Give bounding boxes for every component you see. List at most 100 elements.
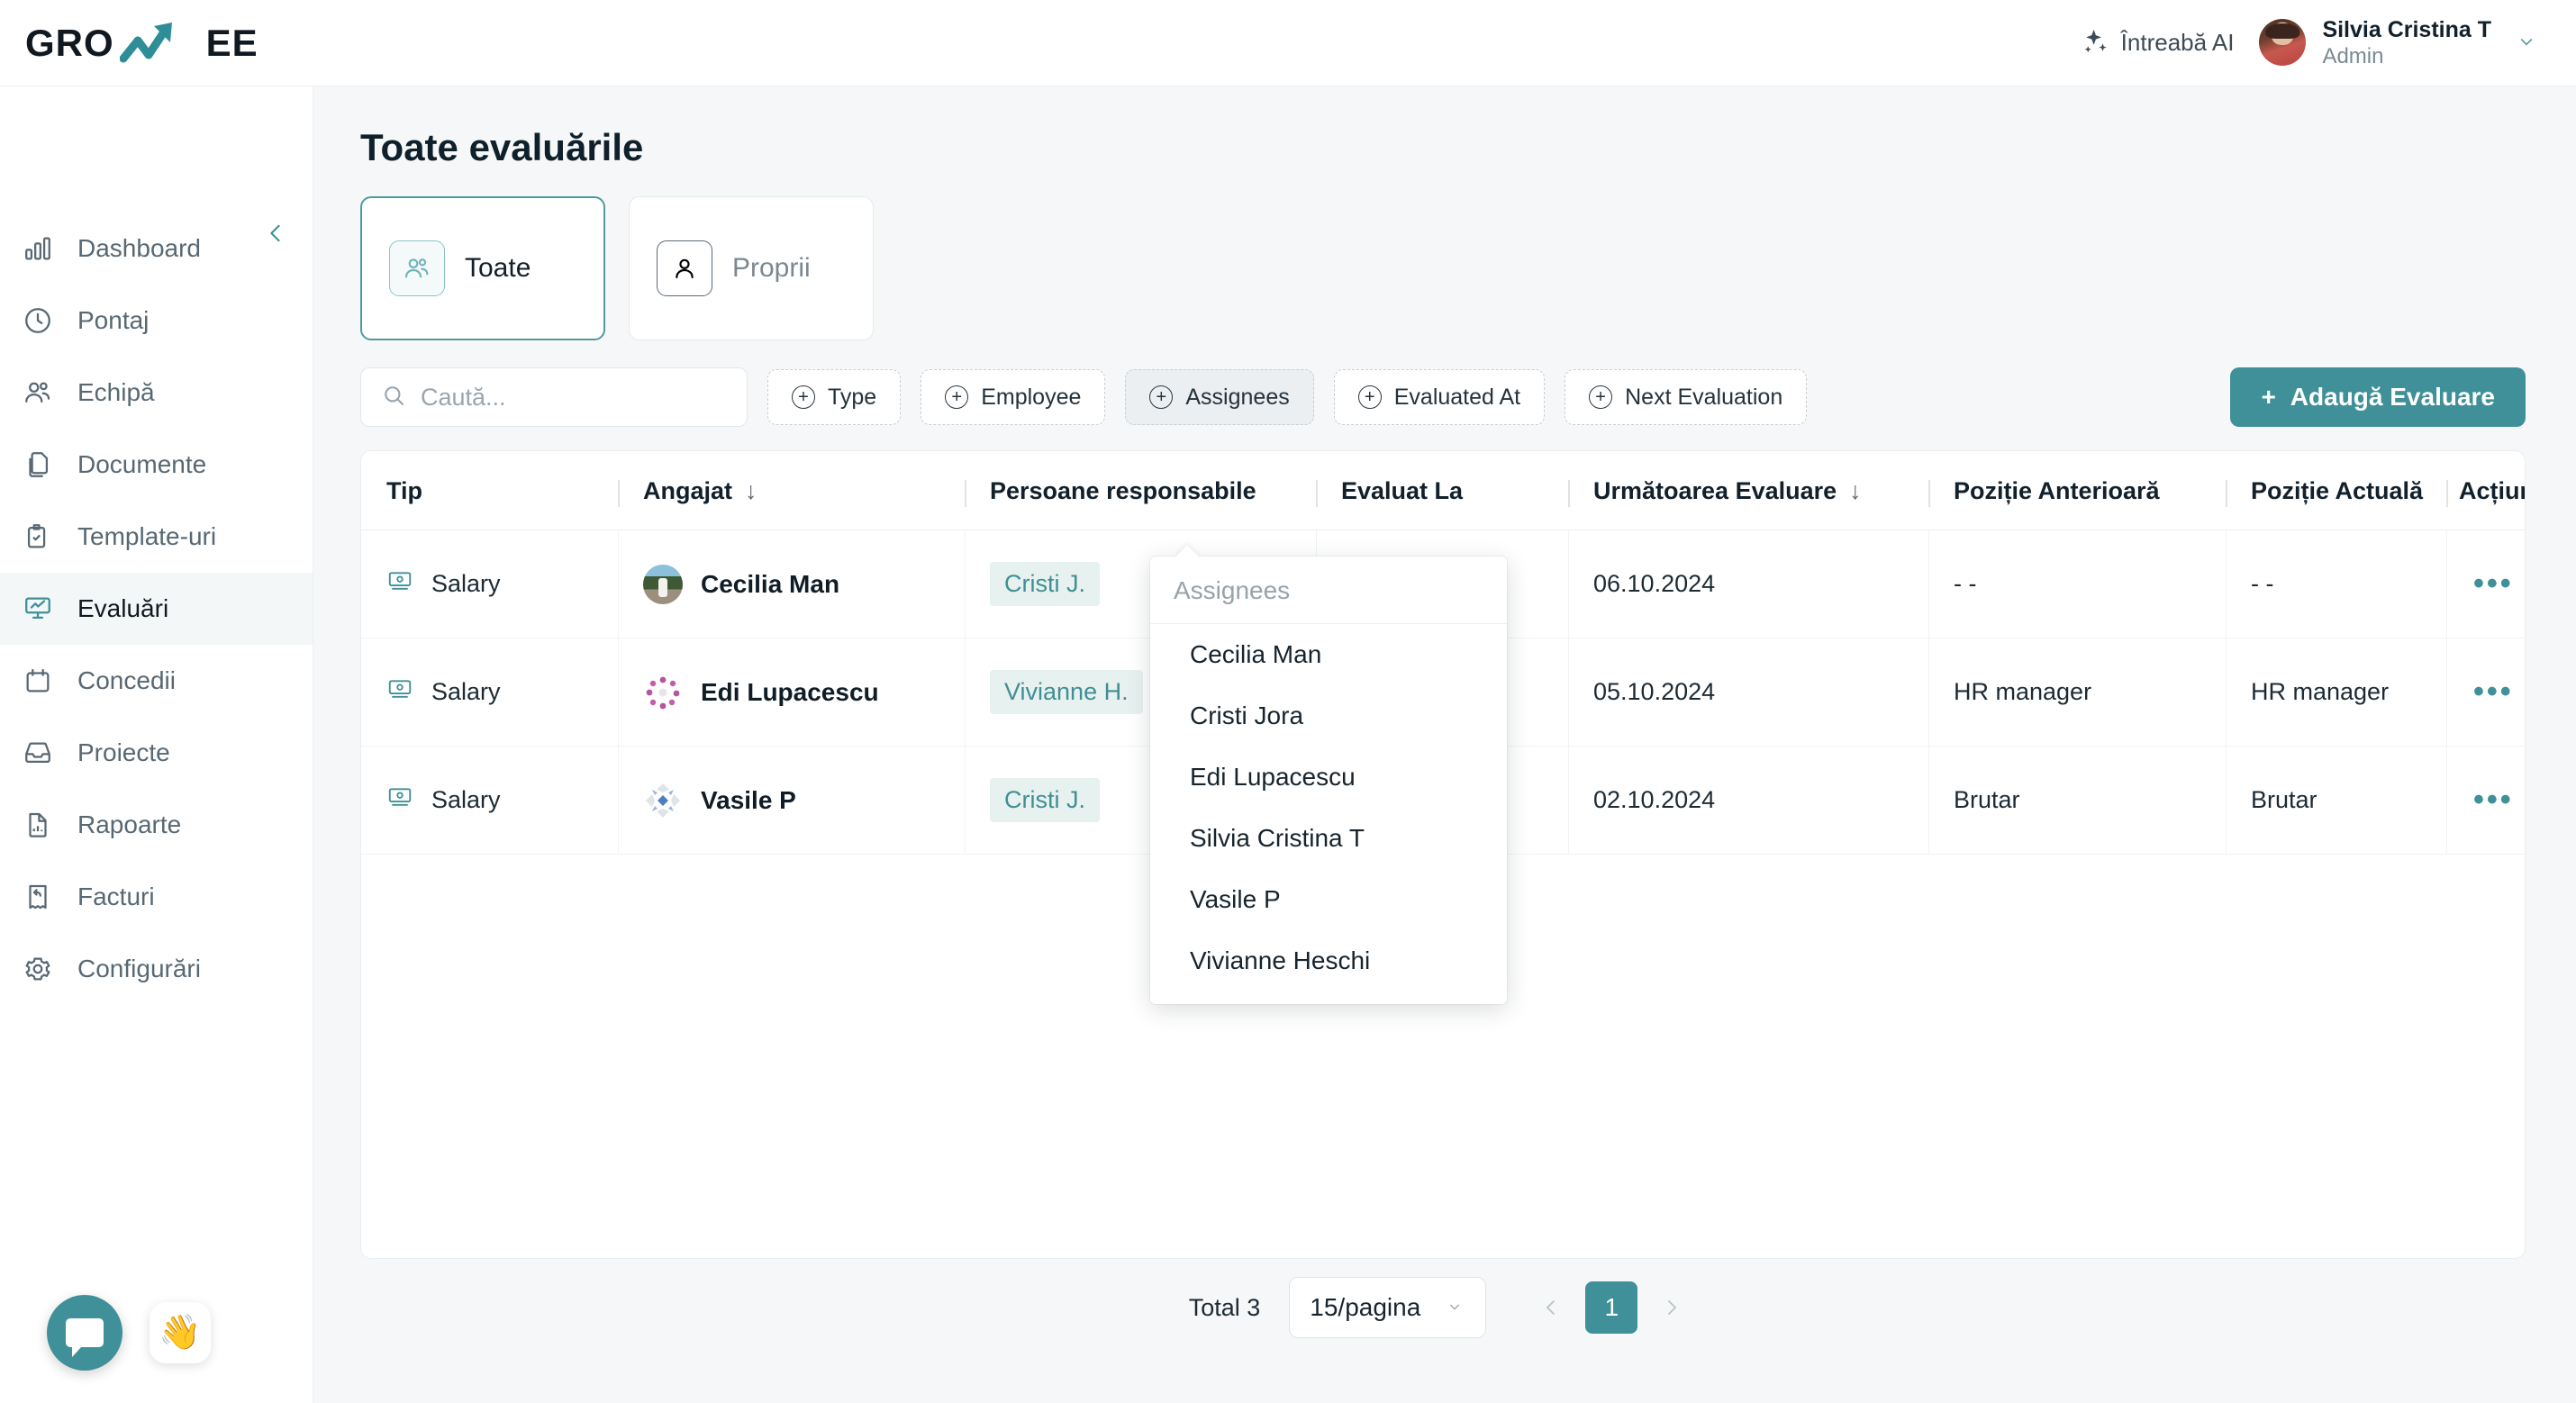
assignee-option[interactable]: Silvia Cristina T (1150, 808, 1507, 869)
cell-text: 05.10.2024 (1593, 678, 1716, 705)
assignee-option[interactable]: Cristi Jora (1150, 685, 1507, 747)
cell-urmatoarea-evaluare: 02.10.2024 (1568, 746, 1928, 855)
brand-name-left: GRO (25, 21, 114, 64)
column-header-angajat[interactable]: Angajat ↓ (618, 451, 965, 530)
column-label: Angajat (643, 477, 733, 504)
tab-proprii[interactable]: Proprii (629, 196, 874, 340)
user-role: Admin (2322, 44, 2384, 69)
sidebar-collapse-button[interactable] (260, 220, 291, 250)
sidebar-item-label: Echipă (77, 378, 155, 406)
column-header-pozitie-actuala[interactable]: Poziție Actuală (2226, 451, 2446, 530)
search-box[interactable] (360, 367, 748, 427)
filter-chip-label: Next Evaluation (1625, 384, 1783, 410)
presentation-chart-icon (20, 591, 56, 627)
search-input[interactable] (421, 383, 727, 412)
filter-chip-type[interactable]: + Type (767, 369, 902, 425)
sort-arrow-icon[interactable]: ↓ (1849, 477, 1862, 505)
salary-icon (386, 783, 413, 817)
sidebar-item-label: Rapoarte (77, 810, 182, 838)
ask-ai-button[interactable]: Întreabă AI (2080, 27, 2235, 58)
filter-chip-next-evaluation[interactable]: + Next Evaluation (1565, 369, 1808, 425)
filter-chip-label: Assignees (1185, 384, 1290, 410)
ellipsis-icon[interactable]: ••• (2473, 676, 2514, 706)
app-root: GRO EE Întreabă AI Silvia Cristina T Adm… (0, 0, 2576, 1403)
mode-tabs: Toate Proprii (360, 196, 2526, 340)
brand-logo[interactable]: GRO EE (25, 19, 259, 68)
body: Dashboard Pontaj Echipă Documente Templa… (0, 86, 2576, 1403)
table-header-row: Tip Angajat ↓ Persoane responsabile Evalu… (361, 451, 2525, 530)
sidebar-item-concedii[interactable]: Concedii (0, 645, 313, 717)
sidebar-item-label: Concedii (77, 666, 176, 694)
plus-circle-icon: + (1589, 385, 1613, 409)
assignee-badge: Cristi J. (990, 562, 1100, 606)
tab-label: Toate (465, 253, 531, 283)
salary-icon (386, 567, 413, 601)
ask-ai-label: Întreabă AI (2120, 28, 2235, 56)
sidebar-item-facturi[interactable]: Facturi (0, 861, 313, 933)
sidebar-item-label: Proiecte (77, 738, 170, 766)
cell-text: Vasile P (701, 785, 796, 814)
blue-identicon (643, 780, 683, 820)
users-icon (20, 375, 56, 411)
sidebar-item-label: Configurări (77, 955, 201, 982)
cell-actiuni: ••• (2446, 638, 2525, 747)
sidebar-item-documente[interactable]: Documente (0, 429, 313, 501)
filter-chip-assignees[interactable]: + Assignees (1125, 369, 1314, 425)
sort-arrow-icon[interactable]: ↓ (745, 477, 757, 505)
assignee-option[interactable]: Vasile P (1150, 869, 1507, 930)
cell-angajat: Vasile P (618, 746, 965, 855)
sidebar-item-echipa[interactable]: Echipă (0, 357, 313, 429)
plus-circle-icon: + (1149, 385, 1174, 409)
filter-chip-evaluated-at[interactable]: + Evaluated At (1333, 369, 1546, 425)
sidebar: Dashboard Pontaj Echipă Documente Templa… (0, 86, 313, 1403)
sidebar-item-configurari[interactable]: Configurări (0, 933, 313, 1005)
assignees-search-input[interactable] (1174, 576, 1483, 605)
assignee-option[interactable]: Vivianne Heschi (1150, 930, 1507, 991)
cell-text: HR manager (2251, 678, 2390, 705)
user-icon (657, 240, 712, 296)
sidebar-item-evaluari[interactable]: Evaluări (0, 573, 313, 645)
plus-circle-icon: + (1357, 385, 1382, 409)
assignee-option[interactable]: Cecilia Man (1150, 624, 1507, 685)
filter-chip-label: Employee (981, 384, 1082, 410)
sidebar-item-rapoarte[interactable]: Rapoarte (0, 789, 313, 861)
file-chart-icon (20, 807, 56, 843)
cell-actiuni: ••• (2446, 530, 2525, 638)
receipt-refund-icon (20, 879, 56, 915)
chat-bubble-icon[interactable] (47, 1295, 122, 1371)
pagination-next-button[interactable] (1646, 1282, 1697, 1333)
cell-urmatoarea-evaluare: 06.10.2024 (1568, 530, 1928, 638)
pagination-page-1[interactable]: 1 (1585, 1281, 1638, 1334)
cell-tip: Salary (361, 530, 618, 638)
ellipsis-icon[interactable]: ••• (2473, 784, 2514, 814)
waving-hand-emoji[interactable]: 👋 (150, 1302, 211, 1363)
column-header-tip[interactable]: Tip (361, 451, 618, 530)
column-header-urmatoarea-evaluare[interactable]: Următoarea Evaluare ↓ (1568, 451, 1928, 530)
per-page-label: 15/pagina (1310, 1293, 1421, 1321)
column-header-actiuni[interactable]: Acțiuni (2446, 451, 2525, 530)
tab-toate[interactable]: Toate (360, 196, 605, 340)
cell-text: Salary (431, 678, 501, 705)
filter-chip-employee[interactable]: + Employee (921, 369, 1106, 425)
sidebar-item-proiecte[interactable]: Proiecte (0, 717, 313, 789)
pagination-prev-button[interactable] (1526, 1282, 1576, 1333)
column-label: Poziție Anterioară (1954, 477, 2160, 504)
column-header-persoane-responsabile[interactable]: Persoane responsabile (965, 451, 1316, 530)
ellipsis-icon[interactable]: ••• (2473, 568, 2514, 598)
copy-docs-icon (20, 447, 56, 483)
user-menu[interactable]: Silvia Cristina T Admin (2259, 16, 2540, 70)
add-evaluation-button[interactable]: + Adaugă Evaluare (2230, 367, 2526, 427)
users-icon (389, 240, 445, 296)
column-header-evaluat-la[interactable]: Evaluat La (1316, 451, 1568, 530)
sidebar-item-label: Evaluări (77, 594, 169, 622)
cell-tip: Salary (361, 746, 618, 855)
chevron-left-icon (263, 221, 288, 250)
per-page-select[interactable]: 15/pagina (1289, 1277, 1487, 1338)
chevron-down-icon[interactable] (2513, 29, 2540, 56)
assignee-option[interactable]: Edi Lupacescu (1150, 747, 1507, 808)
filter-chip-label: Type (828, 384, 877, 410)
sidebar-item-template-uri[interactable]: Template-uri (0, 501, 313, 573)
tab-label: Proprii (732, 253, 811, 283)
column-header-pozitie-anterioara[interactable]: Poziție Anterioară (1928, 451, 2226, 530)
sidebar-item-pontaj[interactable]: Pontaj (0, 285, 313, 357)
